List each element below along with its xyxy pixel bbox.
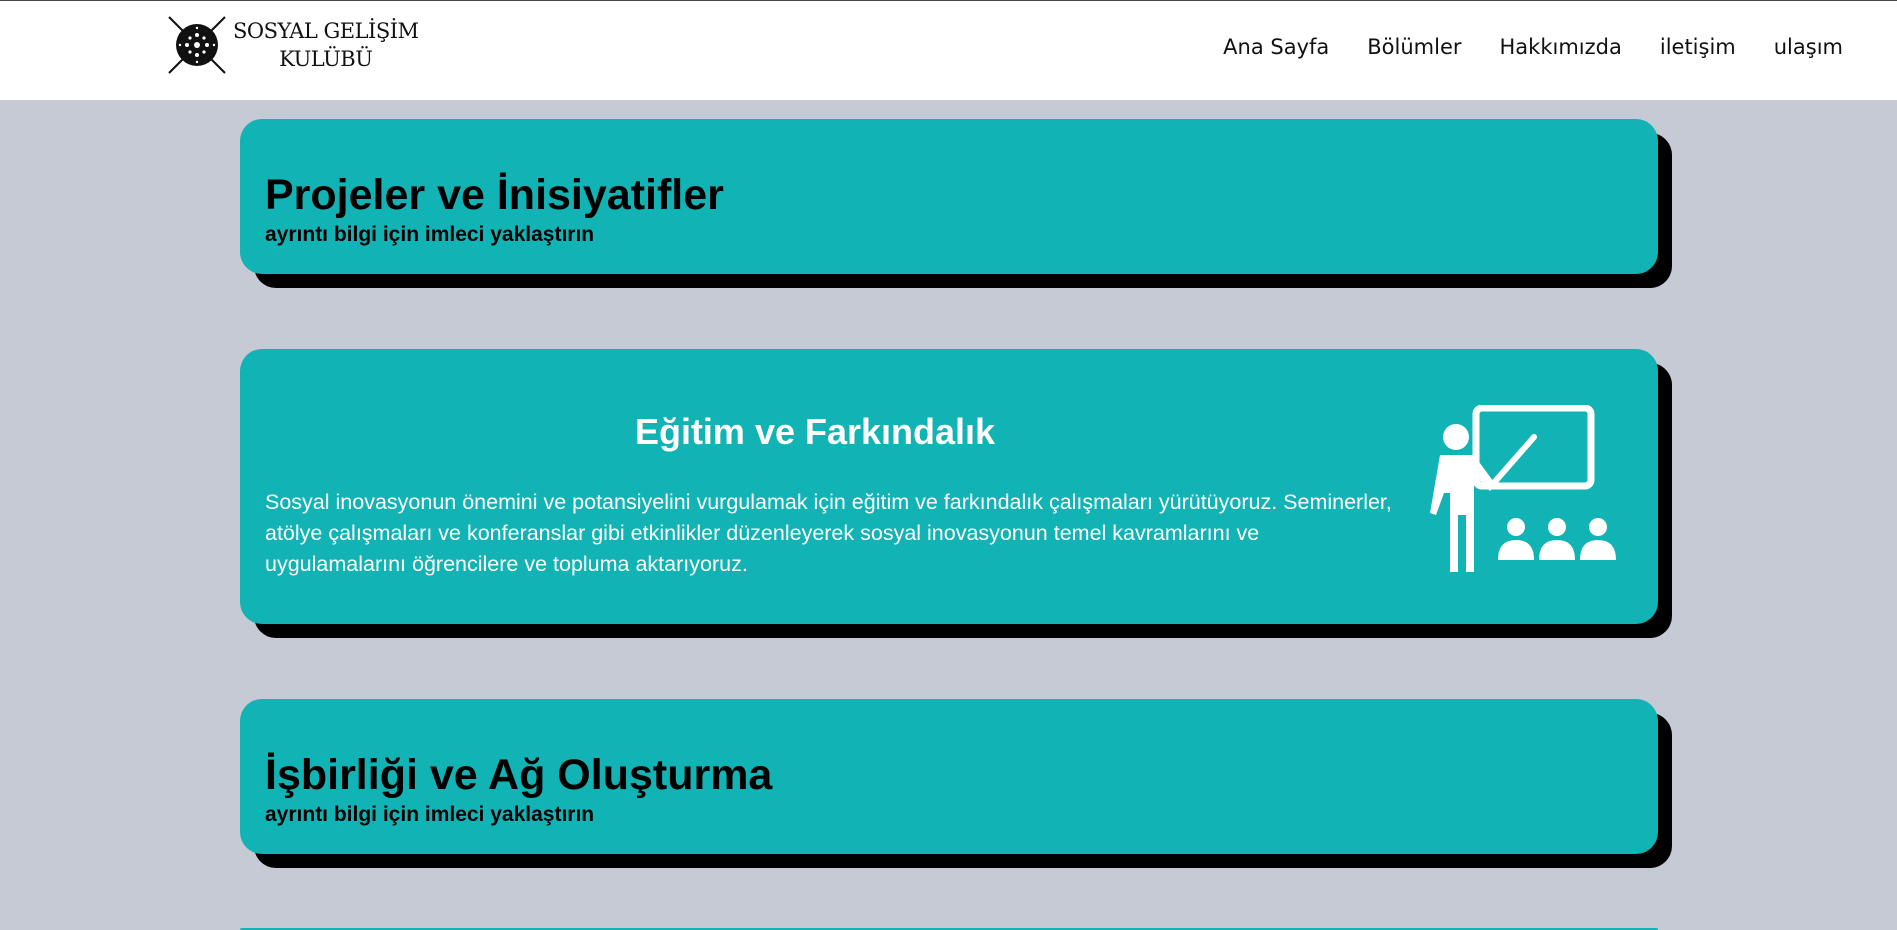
card-hint: ayrıntı bilgi için imleci yaklaştırın [265,803,595,826]
card-description: Sosyal inovasyonun önemini ve potansiyel… [265,490,1392,576]
brand-name-line2: KULÜBÜ [279,47,373,71]
nav-link-iletisim[interactable]: iletişim [1660,35,1736,59]
card-body[interactable]: Eğitim ve Farkındalık Sosyal inovasyonun… [240,349,1658,624]
nav-link-bolumler[interactable]: Bölümler [1367,35,1461,59]
nav-link-ulasim[interactable]: ulaşım [1774,35,1843,59]
card-projeler[interactable]: Projeler ve İnisiyatifler ayrıntı bilgi … [240,119,1672,289]
nav-link-ana-sayfa[interactable]: Ana Sayfa [1223,35,1329,59]
nav-link-hakkimizda[interactable]: Hakkımızda [1500,35,1622,59]
card-title: Eğitim ve Farkındalık [634,411,996,452]
navbar: SOSYAL GELİŞİM KULÜBÜ Ana Sayfa Bölümler… [0,0,1897,100]
main-nav: Ana Sayfa Bölümler Hakkımızda iletişim u… [1223,35,1843,59]
club-emblem-icon [168,16,226,74]
teacher-classroom-icon [1430,405,1616,572]
brand[interactable]: SOSYAL GELİŞİM KULÜBÜ [165,13,419,77]
card-body[interactable]: İşbirliği ve Ağ Oluşturma ayrıntı bilgi … [240,699,1658,854]
brand-name-line1: SOSYAL GELİŞİM [233,19,419,43]
card-body[interactable]: Projeler ve İnisiyatifler ayrıntı bilgi … [240,119,1658,274]
card-title: Projeler ve İnisiyatifler [265,171,724,219]
brand-name: SOSYAL GELİŞİM KULÜBÜ [233,17,419,73]
card-isbirligi[interactable]: İşbirliği ve Ağ Oluşturma ayrıntı bilgi … [240,699,1672,869]
card-egitim[interactable]: Eğitim ve Farkındalık Sosyal inovasyonun… [240,349,1672,639]
card-title: İşbirliği ve Ağ Oluşturma [265,751,773,799]
card-hint: ayrıntı bilgi için imleci yaklaştırın [265,223,595,246]
